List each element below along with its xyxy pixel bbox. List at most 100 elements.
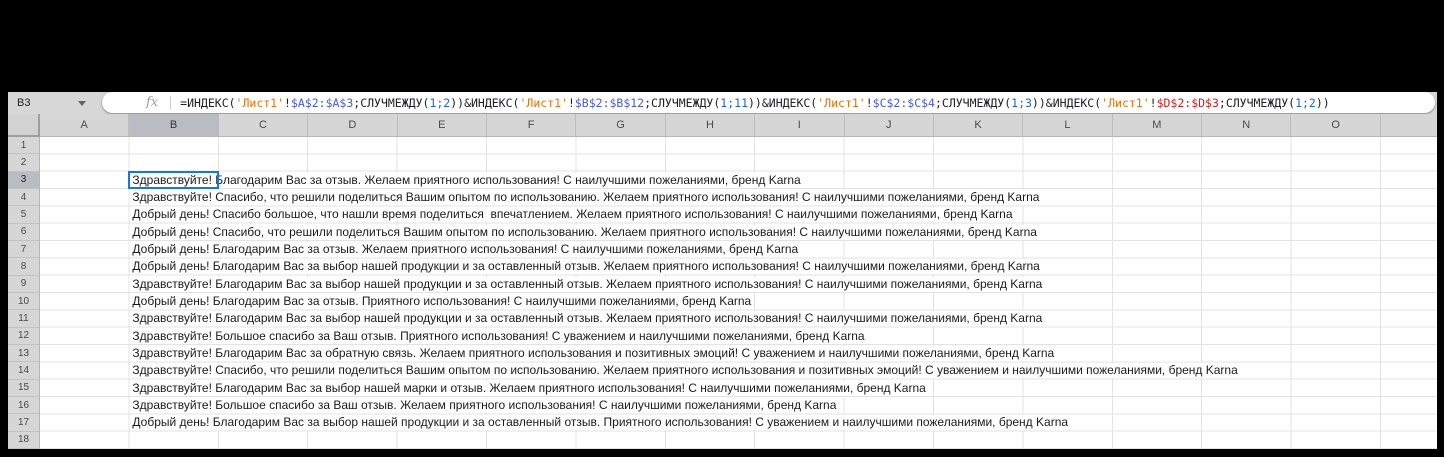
column-headers: ABCDEFGHIJKLMNO bbox=[8, 114, 1437, 137]
screen: { "name_box": { "value": "B3" }, "formul… bbox=[0, 0, 1444, 457]
table-row-2[interactable] bbox=[40, 154, 1437, 171]
formula-token: 1;2 bbox=[1295, 95, 1316, 110]
fx-icon: fx bbox=[146, 95, 159, 110]
row-header-2[interactable]: 2 bbox=[8, 154, 40, 172]
formula-token: 1;3 bbox=[1011, 95, 1032, 110]
cell-text: Добрый день! Благодарим Вас за отзыв. Пр… bbox=[132, 293, 755, 309]
formula-token: $A$2:$A$3 bbox=[290, 95, 354, 110]
column-header-H[interactable]: H bbox=[665, 114, 756, 137]
formula-token: 1;11 bbox=[720, 95, 748, 110]
cell-text: Здравствуйте! Благодарим Вас за выбор на… bbox=[132, 311, 1046, 327]
spreadsheet: B3 fx =ИНДЕКС('Лист1'!$A$2:$A$3;СЛУЧМЕЖД… bbox=[8, 92, 1437, 449]
column-header-J[interactable]: J bbox=[844, 114, 934, 137]
formula-bar-pill: fx =ИНДЕКС('Лист1'!$A$2:$A$3;СЛУЧМЕЖДУ(1… bbox=[102, 92, 1435, 113]
formula-token: 1;2 bbox=[429, 95, 451, 110]
column-header-K[interactable]: K bbox=[933, 114, 1024, 137]
column-header-I[interactable]: I bbox=[755, 114, 845, 137]
table-row-5[interactable]: Добрый день! Спасибо большое, что нашли … bbox=[40, 206, 1437, 223]
table-row-4[interactable]: Здравствуйте! Спасибо, что решили подели… bbox=[40, 189, 1437, 206]
column-header-G[interactable]: G bbox=[576, 114, 666, 137]
formula-token: $C$2:$C$4 bbox=[872, 95, 935, 110]
row-header-3[interactable]: 3 bbox=[8, 171, 40, 189]
row-header-13[interactable]: 13 bbox=[8, 344, 40, 363]
column-header-C[interactable]: C bbox=[218, 114, 309, 137]
formula-token: =ИНДЕКС( bbox=[180, 95, 236, 110]
name-box[interactable]: B3 bbox=[8, 92, 96, 114]
formula-token: ;СЛУЧМЕЖДУ( bbox=[644, 95, 721, 110]
selection-border bbox=[128, 170, 219, 189]
row-header-18[interactable]: 18 bbox=[8, 431, 40, 449]
table-row-18[interactable] bbox=[40, 432, 1437, 449]
table-row-11[interactable]: Здравствуйте! Благодарим Вас за выбор на… bbox=[40, 310, 1437, 327]
row-header-11[interactable]: 11 bbox=[8, 310, 40, 328]
column-header-E[interactable]: E bbox=[397, 114, 487, 137]
column-header-O[interactable]: O bbox=[1291, 114, 1381, 137]
cell-text: Здравствуйте! Благодарим Вас за выбор на… bbox=[132, 380, 929, 396]
table-row-8[interactable]: Добрый день! Благодарим Вас за выбор наш… bbox=[40, 258, 1437, 275]
row-header-17[interactable]: 17 bbox=[8, 414, 40, 432]
table-row-6[interactable]: Добрый день! Спасибо, что решили поделит… bbox=[40, 224, 1437, 241]
row-header-8[interactable]: 8 bbox=[8, 258, 40, 276]
row-header-9[interactable]: 9 bbox=[8, 275, 40, 293]
table-row-3[interactable]: Здравствуйте! Благодарим Вас за отзыв. Ж… bbox=[40, 172, 1437, 189]
table-row-1[interactable] bbox=[40, 137, 1437, 154]
formula-token: ! bbox=[1149, 95, 1157, 110]
cell-text: Здравствуйте! Благодарим Вас за выбор на… bbox=[132, 276, 1046, 292]
formula-token: ! bbox=[567, 95, 575, 110]
formula-token: $B$2:$B$12 bbox=[574, 95, 645, 110]
formula-token: 'Лист1' bbox=[1101, 95, 1150, 110]
table-row-16[interactable]: Здравствуйте! Большое спасибо за Ваш отз… bbox=[40, 397, 1437, 414]
table-row-17[interactable]: Добрый день! Благодарим Вас за выбор наш… bbox=[40, 414, 1437, 431]
column-header-F[interactable]: F bbox=[486, 114, 577, 137]
formula-token: ))&ИНДЕКС( bbox=[450, 95, 520, 110]
cell-text: Здравствуйте! Спасибо, что решили подели… bbox=[132, 363, 1241, 379]
formula-token: ;СЛУЧМЕЖДУ( bbox=[1218, 95, 1296, 110]
column-header-D[interactable]: D bbox=[308, 114, 398, 137]
cell-text: Добрый день! Благодарим Вас за выбор наш… bbox=[132, 259, 1043, 275]
column-header-A[interactable]: A bbox=[40, 114, 130, 137]
column-header-B[interactable]: B bbox=[129, 114, 219, 137]
cell-text: Добрый день! Спасибо большое, что нашли … bbox=[132, 207, 1016, 223]
cell-text: Здравствуйте! Благодарим Вас за отзыв. Ж… bbox=[132, 172, 804, 188]
cell-grid[interactable]: Здравствуйте! Благодарим Вас за отзыв. Ж… bbox=[40, 137, 1437, 449]
formula-token: ))&ИНДЕКС( bbox=[1031, 95, 1102, 110]
table-row-14[interactable]: Здравствуйте! Спасибо, что решили подели… bbox=[40, 362, 1437, 379]
column-header-N[interactable]: N bbox=[1202, 114, 1292, 137]
formula-token: ! bbox=[865, 95, 873, 110]
name-box-value: B3 bbox=[17, 97, 31, 109]
row-header-6[interactable]: 6 bbox=[8, 223, 40, 241]
column-header-L[interactable]: L bbox=[1023, 114, 1113, 137]
row-header-5[interactable]: 5 bbox=[8, 206, 40, 224]
row-header-15[interactable]: 15 bbox=[8, 379, 40, 397]
row-header-7[interactable]: 7 bbox=[8, 240, 40, 259]
select-all-corner[interactable] bbox=[8, 114, 40, 137]
row-header-16[interactable]: 16 bbox=[8, 396, 40, 415]
row-header-10[interactable]: 10 bbox=[8, 292, 40, 311]
formula-input[interactable]: =ИНДЕКС('Лист1'!$A$2:$A$3;СЛУЧМЕЖДУ(1;2)… bbox=[180, 96, 1435, 110]
table-row-15[interactable]: Здравствуйте! Благодарим Вас за выбор на… bbox=[40, 380, 1437, 397]
formula-token: 'Лист1' bbox=[519, 95, 568, 110]
table-row-13[interactable]: Здравствуйте! Благодарим Вас за обратную… bbox=[40, 345, 1437, 362]
cell-text: Здравствуйте! Большое спасибо за Ваш отз… bbox=[132, 397, 840, 413]
cell-text: Здравствуйте! Большое спасибо за Ваш отз… bbox=[132, 328, 868, 344]
table-row-7[interactable]: Добрый день! Благодарим Вас за отзыв. Же… bbox=[40, 241, 1437, 258]
row-header-14[interactable]: 14 bbox=[8, 362, 40, 380]
formula-token: $D$2:$D$3 bbox=[1156, 95, 1219, 110]
formula-token: ;СЛУЧМЕЖДУ( bbox=[934, 95, 1012, 110]
formula-token: ))&ИНДЕКС( bbox=[748, 95, 818, 110]
cell-text: Добрый день! Благодарим Вас за выбор наш… bbox=[132, 415, 1072, 431]
formula-bar: B3 fx =ИНДЕКС('Лист1'!$A$2:$A$3;СЛУЧМЕЖД… bbox=[8, 92, 1437, 114]
chevron-down-icon[interactable] bbox=[78, 100, 86, 106]
row-header-12[interactable]: 12 bbox=[8, 327, 40, 345]
column-header-M[interactable]: M bbox=[1112, 114, 1203, 137]
table-row-9[interactable]: Здравствуйте! Благодарим Вас за выбор на… bbox=[40, 276, 1437, 293]
row-header-1[interactable]: 1 bbox=[8, 137, 40, 155]
row-headers: 1 2 3 4 5 6 7 8 9 10 11 12 13 14 15 16 17 18 bbox=[8, 137, 40, 449]
table-row-12[interactable]: Здравствуйте! Большое спасибо за Ваш отз… bbox=[40, 328, 1437, 345]
formula-token: 'Лист1' bbox=[235, 95, 285, 110]
table-row-10[interactable]: Добрый день! Благодарим Вас за отзыв. Пр… bbox=[40, 293, 1437, 310]
formula-token: )) bbox=[1315, 95, 1330, 110]
cell-text: Добрый день! Благодарим Вас за отзыв. Же… bbox=[132, 241, 802, 257]
column-header-overflow[interactable] bbox=[1380, 114, 1437, 137]
row-header-4[interactable]: 4 bbox=[8, 188, 40, 207]
